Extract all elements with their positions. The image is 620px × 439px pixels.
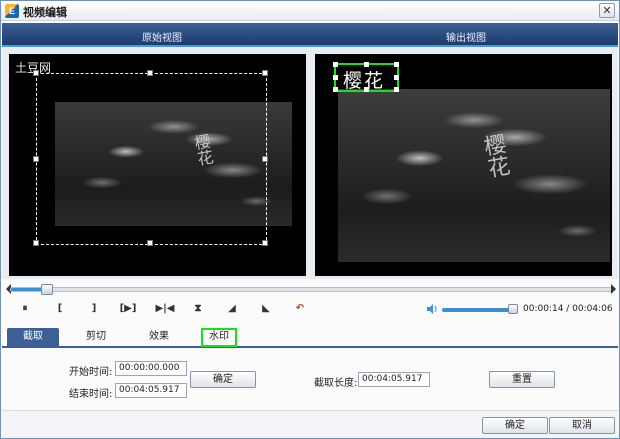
tab-effect[interactable]: 效果: [133, 328, 185, 347]
wm-handle-br[interactable]: [394, 87, 399, 92]
mark-in-button[interactable]: [: [51, 301, 69, 317]
end-time-label: 结束时间:: [69, 389, 113, 400]
end-time-field[interactable]: 00:04:05.917: [115, 383, 187, 398]
start-time-label: 开始时间:: [69, 367, 113, 378]
trim-confirm-button[interactable]: 确定: [190, 371, 256, 388]
preview-area: 樱花 土豆网 樱花 樱花: [2, 47, 618, 279]
tab-watermark[interactable]: 水印: [201, 328, 237, 347]
crop-handle-l[interactable]: [33, 156, 39, 162]
crop-handle-tl[interactable]: [33, 70, 39, 76]
window-title: 视频编辑: [23, 6, 67, 19]
output-preview[interactable]: 樱花 樱花: [315, 54, 612, 276]
crop-handle-bl[interactable]: [33, 240, 39, 246]
undo-button[interactable]: ↶: [291, 301, 309, 317]
tab-cut[interactable]: 剪切: [70, 328, 122, 347]
original-preview[interactable]: 樱花 土豆网: [9, 54, 306, 276]
trim-panel: 开始时间: 00:00:00.000 结束时间: 00:04:05.917 确定…: [2, 349, 618, 409]
mid-marker-button[interactable]: ⧗: [189, 301, 207, 317]
mark-out-button[interactable]: ]: [85, 301, 103, 317]
output-video-caption: 樱花: [478, 132, 511, 180]
wm-handle-l[interactable]: [333, 75, 338, 80]
time-display: 00:00:14 / 00:04:06: [523, 304, 613, 314]
volume-knob[interactable]: [508, 304, 518, 314]
reset-button[interactable]: 重置: [489, 371, 555, 388]
wm-handle-bl[interactable]: [333, 87, 338, 92]
start-time-field[interactable]: 00:00:00.000: [115, 361, 187, 376]
crop-handle-b[interactable]: [147, 240, 153, 246]
playback-controls: ⏸ [ ] [▶] ▶|◀ ⧗ ◢ ◣ ↶ 00:00:14 / 00:04:0…: [1, 299, 619, 321]
volume-icon[interactable]: [426, 303, 438, 315]
flip-right-button[interactable]: ◣: [257, 301, 275, 317]
crop-handle-t[interactable]: [147, 70, 153, 76]
wm-handle-tl[interactable]: [333, 62, 338, 67]
video-edit-window: E 视频编辑 ✕ 原始视图 输出视图 樱花 土豆网 樱花 樱花 ⏸ [] [▶…: [0, 0, 620, 439]
tab-trim[interactable]: 截取: [7, 328, 59, 347]
crop-handle-tr[interactable]: [262, 70, 268, 76]
view-header: 原始视图 输出视图: [2, 23, 618, 47]
app-logo-icon: E: [5, 4, 19, 18]
output-watermark-text: 樱花: [343, 70, 386, 92]
edit-tabs: 截取 剪切 效果 水印: [2, 326, 618, 348]
output-video-frame: 樱花: [338, 89, 610, 262]
volume-slider[interactable]: [442, 308, 518, 312]
pause-button[interactable]: ⏸: [16, 301, 34, 317]
flip-left-button[interactable]: ◢: [223, 301, 241, 317]
trim-length-field: 00:04:05.917: [358, 372, 430, 387]
original-view-label: 原始视图: [142, 33, 182, 44]
trim-end-marker[interactable]: [611, 284, 616, 294]
progress-track[interactable]: [10, 284, 613, 295]
trim-length-label: 截取长度:: [314, 378, 358, 389]
close-button[interactable]: ✕: [599, 3, 615, 18]
cancel-button[interactable]: 取消: [549, 417, 615, 434]
go-start-button[interactable]: ▶|◀: [154, 301, 176, 317]
output-view-label: 输出视图: [446, 33, 486, 44]
crop-selection-box[interactable]: [33, 70, 268, 246]
dialog-footer: 确定 取消: [2, 410, 618, 438]
wm-handle-r[interactable]: [394, 75, 399, 80]
clip-play-button[interactable]: [▶]: [117, 301, 139, 317]
crop-handle-br[interactable]: [262, 240, 268, 246]
wm-handle-tr[interactable]: [394, 62, 399, 67]
ok-button[interactable]: 确定: [482, 417, 548, 434]
title-bar[interactable]: E 视频编辑 ✕: [1, 1, 619, 21]
crop-handle-r[interactable]: [262, 156, 268, 162]
progress-knob[interactable]: [41, 284, 53, 295]
